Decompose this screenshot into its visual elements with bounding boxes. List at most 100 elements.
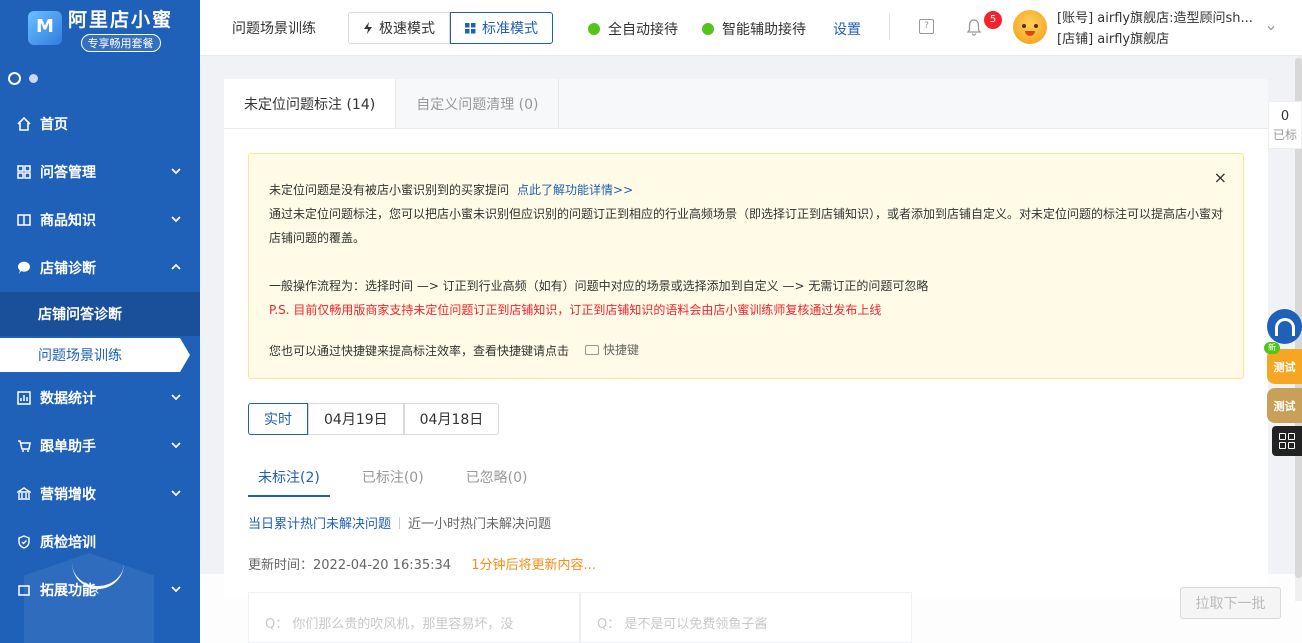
sidebar-item-label: 数据统计 bbox=[40, 391, 96, 407]
sidebar-item-product-knowledge[interactable]: 商品知识 bbox=[0, 196, 200, 244]
notice-text: 通过未定位问题标注，您可以把店小蜜未识别但应识别的问题订正到相应的行业高频场景（… bbox=[269, 207, 1224, 245]
auto-reception-label: 全自动接待 bbox=[608, 22, 678, 38]
chevron-down-icon[interactable] bbox=[1266, 23, 1276, 33]
sidebar-item-label: 质检培训 bbox=[40, 535, 96, 551]
notification-badge: 5 bbox=[984, 11, 1002, 29]
notice-text: 您也可以通过快捷键来提高标注效率，查看快捷键请点击 bbox=[269, 344, 570, 358]
standard-mode-button[interactable]: 标准模式 bbox=[450, 12, 553, 44]
sidebar-item-marketing[interactable]: 营销增收 bbox=[0, 470, 200, 518]
customer-service-button[interactable] bbox=[1267, 309, 1302, 344]
sidebar-item-data-stats[interactable]: 数据统计 bbox=[0, 374, 200, 422]
apps-grid-icon[interactable] bbox=[1272, 426, 1302, 456]
hour-hot-link[interactable]: 近一小时热门未解决问题 bbox=[408, 513, 551, 532]
assist-reception-label: 智能辅助接待 bbox=[722, 22, 806, 38]
tab-unlocated-questions[interactable]: 未定位问题标注 (14) bbox=[224, 79, 397, 128]
label-status-tabs: 未标注(2) 已标注(0) 已忽略(0) bbox=[248, 467, 560, 497]
pager-dot-icon[interactable] bbox=[8, 71, 21, 85]
sidebar-item-qa-management[interactable]: 问答管理 bbox=[0, 148, 200, 196]
question-card[interactable]: Q： 是不是可以免费领鱼子酱 bbox=[580, 592, 912, 643]
hot-question-filter: 当日累计热门未解决问题 近一小时热门未解决问题 bbox=[248, 513, 551, 532]
date-0419-button[interactable]: 04月19日 bbox=[308, 403, 404, 435]
date-realtime-button[interactable]: 实时 bbox=[248, 403, 308, 435]
grid-icon bbox=[16, 164, 32, 180]
learn-more-link[interactable]: 点此了解功能详情>> bbox=[517, 183, 633, 197]
chevron-left-icon: ‹ bbox=[94, 583, 100, 599]
chart-icon bbox=[16, 390, 32, 406]
chevron-down-icon bbox=[171, 216, 181, 223]
sidebar-item-label: 首页 bbox=[40, 117, 68, 133]
question-card[interactable]: Q： 你们那么贵的吹风机，那里容易坏，没 bbox=[248, 592, 580, 643]
grid-icon bbox=[465, 22, 476, 33]
date-filter: 实时 04月19日 04月18日 bbox=[248, 403, 500, 435]
new-badge: 新 bbox=[1264, 342, 1280, 354]
update-time: 更新时间：2022-04-20 16:35:34 bbox=[248, 558, 452, 573]
notice-warning: P.S. 目前仅畅用版商家支持未定位问题订正到店铺知识，订正到店铺知识的语料会由… bbox=[269, 303, 882, 317]
avatar[interactable] bbox=[1013, 10, 1047, 44]
sidebar-item-label: 问答管理 bbox=[40, 165, 96, 181]
test-button-1[interactable]: 测试 bbox=[1267, 349, 1302, 384]
tab-custom-cleanup[interactable]: 自定义问题清理 (0) bbox=[396, 79, 560, 128]
top-header: 问题场景训练 极速模式 标准模式 全自动接待 智能辅助接待 设置 ? 5 [账号… bbox=[200, 0, 1302, 56]
book-icon bbox=[16, 212, 32, 228]
pull-next-batch-button[interactable]: 拉取下一批 bbox=[1180, 587, 1281, 619]
main-card: 未定位问题标注 (14) 自定义问题清理 (0) 未定位问题是没有被店小蜜识别到… bbox=[224, 79, 1268, 599]
fast-mode-button[interactable]: 极速模式 bbox=[348, 12, 450, 44]
pager-dot-icon[interactable] bbox=[29, 73, 38, 83]
sidebar-item-store-diagnosis[interactable]: 店铺诊断 bbox=[0, 244, 200, 292]
sidebar-item-store-qa-diagnosis[interactable]: 店铺问答诊断 bbox=[0, 292, 200, 336]
header-divider bbox=[889, 14, 890, 40]
tab-bar: 未定位问题标注 (14) 自定义问题清理 (0) bbox=[224, 79, 1268, 129]
chat-bubble-icon bbox=[16, 260, 32, 276]
chevron-down-icon bbox=[171, 394, 181, 401]
account-info[interactable]: [账号] airfly旗舰店:造型顾问sh... [店铺] airfly旗舰店 bbox=[1057, 8, 1253, 50]
notice-text: 未定位问题是没有被店小蜜识别到的买家提问 bbox=[269, 183, 510, 197]
help-icon[interactable]: ? bbox=[919, 19, 934, 34]
logo[interactable]: 阿里店小蜜 专享畅用套餐 bbox=[0, 0, 200, 56]
counter-value: 0 bbox=[1280, 109, 1290, 124]
status-dot-icon bbox=[702, 23, 714, 35]
chevron-down-icon bbox=[171, 168, 181, 175]
divider bbox=[399, 516, 401, 529]
lightning-icon bbox=[364, 22, 372, 34]
sidebar: 阿里店小蜜 专享畅用套餐 首页 问答管理 商品知识 店铺诊断 店铺问答诊断 问题… bbox=[0, 0, 200, 643]
bell-icon[interactable] bbox=[966, 18, 982, 36]
today-hot-link[interactable]: 当日累计热门未解决问题 bbox=[248, 513, 391, 532]
chevron-down-icon bbox=[171, 490, 181, 497]
account-name: [账号] airfly旗舰店:造型顾问sh... bbox=[1057, 11, 1253, 26]
logo-mark-icon bbox=[28, 11, 62, 45]
tab-unlabeled[interactable]: 未标注(2) bbox=[248, 467, 330, 497]
close-icon[interactable]: × bbox=[1214, 166, 1227, 190]
chevron-down-icon bbox=[171, 442, 181, 449]
sidebar-item-scenario-training[interactable]: 问题场景训练 bbox=[0, 338, 190, 372]
settings-link[interactable]: 设置 bbox=[833, 19, 861, 39]
chevron-up-icon bbox=[171, 263, 181, 270]
update-countdown: 1分钟后将更新内容... bbox=[471, 558, 596, 573]
sidebar-item-order-assistant[interactable]: 跟单助手 bbox=[0, 422, 200, 470]
update-info: 更新时间：2022-04-20 16:35:34 1分钟后将更新内容... bbox=[248, 554, 596, 573]
shield-icon bbox=[16, 534, 32, 550]
cart-icon bbox=[16, 438, 32, 454]
info-notice: 未定位问题是没有被店小蜜识别到的买家提问 点此了解功能详情>> 通过未定位问题标注… bbox=[248, 153, 1244, 379]
date-0418-button[interactable]: 04月18日 bbox=[403, 403, 500, 435]
headset-icon bbox=[1274, 317, 1295, 336]
notice-text: 一般操作流程为：选择时间 —> 订正到行业高频（如有）问题中对应的场景或选择添加… bbox=[269, 279, 929, 293]
chevron-down-icon bbox=[171, 586, 181, 593]
auto-reception-status[interactable]: 全自动接待 bbox=[588, 19, 678, 39]
labeled-counter[interactable]: 0 已标 bbox=[1268, 101, 1302, 149]
standard-mode-label: 标准模式 bbox=[482, 21, 538, 37]
home-icon bbox=[16, 116, 32, 132]
fast-mode-label: 极速模式 bbox=[379, 21, 435, 37]
shortcut-link[interactable]: 快捷键 bbox=[585, 338, 639, 362]
sidebar-item-label: 跟单助手 bbox=[40, 439, 96, 455]
assist-reception-status[interactable]: 智能辅助接待 bbox=[702, 19, 806, 39]
test-button-2[interactable]: 测试 bbox=[1267, 388, 1302, 423]
sidebar-item-label: 商品知识 bbox=[40, 213, 96, 229]
tab-ignored[interactable]: 已忽略(0) bbox=[456, 467, 538, 497]
sidebar-item-home[interactable]: 首页 bbox=[0, 100, 200, 148]
tab-labeled[interactable]: 已标注(0) bbox=[352, 467, 434, 497]
status-dot-icon bbox=[588, 23, 600, 35]
brand-title: 阿里店小蜜 bbox=[68, 8, 174, 31]
counter-label: 已标 bbox=[1272, 128, 1297, 142]
store-name: [店铺] airfly旗舰店 bbox=[1057, 32, 1170, 47]
keyboard-icon bbox=[585, 345, 600, 355]
